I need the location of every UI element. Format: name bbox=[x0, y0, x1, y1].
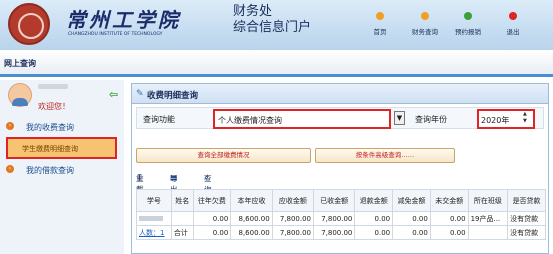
query-func-select[interactable]: 个人缴费情况查询 bbox=[213, 109, 391, 129]
chevron-down-icon[interactable]: ▼ bbox=[394, 111, 405, 125]
username-redacted bbox=[38, 84, 68, 89]
user-box: 欢迎您！ ⇦ bbox=[0, 80, 124, 114]
query-year-input[interactable]: 2020年 ▲ ▼ bbox=[477, 109, 535, 129]
student-id-redacted[interactable] bbox=[136, 211, 172, 226]
portal-header: 常州工学院 CHANGZHOU INSTITUTE OF TECHNOLOGY … bbox=[0, 0, 553, 50]
col-received[interactable]: 已收金额 bbox=[313, 189, 356, 212]
panel-title: 收费明细查询 bbox=[147, 91, 199, 101]
nav-home[interactable]: 首页 bbox=[357, 12, 403, 36]
table-total-row: 人数：1 合计 0.00 8,600.00 7,800.00 7,800.00 … bbox=[136, 225, 546, 240]
panel-header: ✎ 收费明细查询 bbox=[132, 84, 548, 104]
query-row: 查询功能 个人缴费情况查询 ▼ 查询年份 2020年 ▲ ▼ bbox=[136, 107, 544, 129]
table-toolbar: ↧ 重载 ▤ 导出 ⌕ 查询 bbox=[136, 173, 212, 194]
col-current-due[interactable]: 本年应收 bbox=[230, 189, 273, 212]
home-icon bbox=[376, 12, 384, 20]
welcome-text: 欢迎您！ bbox=[38, 102, 70, 111]
chevron-right-icon: › bbox=[6, 122, 14, 130]
col-unpaid[interactable]: 未交金额 bbox=[429, 189, 469, 212]
main-panel: ✎ 收费明细查询 查询功能 个人缴费情况查询 ▼ 查询年份 2020年 ▲ ▼ 查… bbox=[131, 83, 549, 254]
sidebar-item-student-payment[interactable]: 学生缴费明细查询 bbox=[6, 137, 117, 159]
col-name[interactable]: 姓名 bbox=[170, 189, 194, 212]
name-redacted bbox=[170, 211, 194, 226]
school-seal-logo bbox=[8, 3, 50, 45]
col-refund[interactable]: 退款金额 bbox=[354, 189, 394, 212]
edit-icon: ✎ bbox=[136, 89, 144, 99]
head-count-link[interactable]: 人数：1 bbox=[136, 225, 172, 240]
col-receivable[interactable]: 应收金额 bbox=[271, 189, 315, 212]
query-func-label: 查询功能 bbox=[143, 115, 175, 124]
sidebar-section-fee-query[interactable]: › 我的收费查询 bbox=[0, 119, 124, 135]
col-class[interactable]: 所在班级 bbox=[467, 189, 509, 212]
tab-bar: 网上查询 bbox=[0, 50, 553, 77]
sidebar-section-loan-query[interactable]: › 我的借款查询 bbox=[0, 162, 124, 178]
payment-table: 学号 姓名 往年欠费 本年应收 应收金额 已收金额 退款金额 减免金额 未交金额… bbox=[136, 189, 546, 240]
tab-online-query[interactable]: 网上查询 bbox=[4, 58, 36, 69]
sidebar: 欢迎您！ ⇦ › 我的收费查询 › 我的借款查询 bbox=[0, 80, 124, 254]
query-all-button[interactable]: 查询全部缴费情况 bbox=[136, 148, 311, 163]
nav-finance-query[interactable]: 财务查询 bbox=[402, 12, 448, 36]
nav-reimburse[interactable]: 预约报销 bbox=[445, 12, 491, 36]
finance-query-icon bbox=[421, 12, 429, 20]
portal-title: 财务处 综合信息门户 bbox=[233, 4, 312, 35]
school-name-logo: 常州工学院 CHANGZHOU INSTITUTE OF TECHNOLOGY bbox=[66, 8, 181, 37]
col-loan[interactable]: 是否贷款 bbox=[507, 189, 546, 212]
reimburse-icon bbox=[464, 12, 472, 20]
table-row[interactable]: 0.00 8,600.00 7,800.00 7,800.00 0.00 0.0… bbox=[136, 211, 546, 226]
col-student-id[interactable]: 学号 bbox=[136, 189, 172, 212]
col-reduction[interactable]: 减免金额 bbox=[392, 189, 431, 212]
chevron-right-icon: › bbox=[6, 165, 14, 173]
avatar bbox=[8, 83, 32, 107]
logout-icon bbox=[509, 12, 517, 20]
advanced-query-button[interactable]: 按条件高级查询…… bbox=[315, 148, 455, 163]
query-year-label: 查询年份 bbox=[415, 115, 447, 124]
collapse-left-icon[interactable]: ⇦ bbox=[109, 88, 119, 101]
nav-logout[interactable]: 退出 bbox=[490, 12, 536, 36]
year-spinner-icon[interactable]: ▲ ▼ bbox=[523, 111, 531, 125]
col-past-arrears[interactable]: 往年欠费 bbox=[192, 189, 232, 212]
